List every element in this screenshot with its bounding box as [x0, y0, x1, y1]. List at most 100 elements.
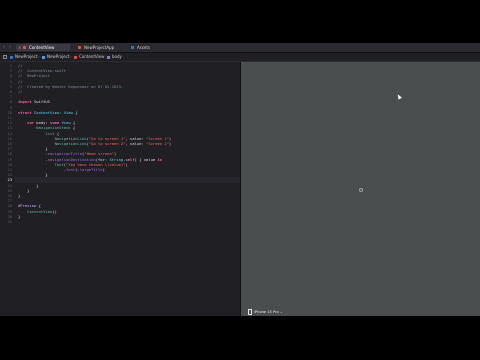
line-number: 14 — [7, 131, 12, 136]
line-number: 11 — [7, 116, 12, 120]
line-number: 3 — [9, 74, 12, 79]
line-number: 21 — [7, 168, 12, 172]
code-line[interactable]: import SwiftUI — [18, 99, 50, 105]
iphone-icon — [248, 309, 252, 315]
code-token: font — [66, 167, 76, 172]
tab-label: ContentView — [29, 45, 55, 50]
code-line[interactable]: // Created by Wouter Koppenaar on 07.01.… — [18, 84, 123, 90]
code-token: { — [72, 109, 78, 115]
close-icon[interactable]: × — [18, 44, 21, 51]
code-token: ) — [168, 141, 172, 146]
line-number: 28 — [7, 204, 12, 209]
folder-icon — [42, 55, 45, 59]
line-number: 31 — [7, 220, 12, 224]
code-token: } — [18, 193, 21, 198]
line-number: 27 — [7, 199, 12, 204]
device-selector-button[interactable]: iPhone 15 Pro ⌄ — [246, 309, 285, 315]
forward-arrow-icon[interactable]: › — [9, 43, 11, 52]
breadcrumb-file[interactable]: ContentView — [79, 53, 104, 61]
line-number: 18 — [7, 152, 12, 157]
code-token: , value: — [125, 141, 147, 146]
code-token: ) — [125, 161, 128, 167]
line-number: 13 — [7, 126, 12, 131]
line-number: 23 — [7, 178, 12, 183]
project-icon — [10, 55, 13, 59]
tab-label: Assets — [137, 45, 151, 50]
code-token: ContentView — [34, 109, 60, 115]
code-token: largeTitle — [79, 167, 103, 172]
line-number: 10 — [7, 110, 12, 115]
code-line[interactable]: } — [18, 172, 48, 178]
assets-icon — [131, 46, 134, 49]
code-line[interactable]: } — [18, 193, 20, 199]
code-line[interactable]: } — [18, 214, 20, 220]
code-token: ) { value — [134, 156, 158, 162]
code-token: } — [18, 213, 21, 219]
line-number: 22 — [7, 173, 12, 178]
line-number: 17 — [7, 147, 12, 152]
line-number: 16 — [7, 142, 12, 146]
breadcrumb-separator: › — [70, 54, 72, 59]
tab-newprojectapp[interactable]: NewProjectApp — [72, 44, 132, 51]
loading-spinner-icon — [359, 188, 363, 192]
code-line[interactable]: // — [18, 89, 23, 95]
code-token: // NewProject — [18, 73, 51, 79]
code-line[interactable]: // NewProject — [18, 73, 50, 79]
code-token: // Created by Wouter Koppenaar on 07.01.… — [18, 83, 124, 89]
code-token: // — [18, 89, 23, 94]
line-number: 30 — [7, 214, 12, 219]
swift-icon — [78, 46, 81, 49]
back-arrow-icon[interactable]: ‹ — [3, 43, 5, 52]
code-editor[interactable]: 1 2 3 4 5 6 7 8 9 10 11 12 13 14 15 16 17 18 19 20 21 22 23 24 2… — [0, 62, 240, 316]
code-token: ) — [102, 167, 105, 172]
tab-label: NewProjectApp — [84, 45, 115, 50]
code-token: "Screen 2" — [146, 141, 169, 146]
tab-assets[interactable]: Assets — [126, 44, 166, 51]
code-token: SwiftUI — [31, 99, 51, 105]
line-number: 1 — [9, 64, 12, 68]
line-number: 6 — [9, 90, 12, 94]
line-number: 2 — [9, 69, 12, 74]
breadcrumb-project[interactable]: NewProject — [15, 53, 37, 61]
breadcrumb-symbol[interactable]: body — [112, 53, 122, 61]
code-token: ContentView — [27, 208, 53, 214]
code-token: in — [157, 156, 163, 162]
chevron-down-icon: ⌄ — [279, 310, 283, 314]
line-number: 15 — [7, 136, 12, 141]
line-number: 8 — [9, 100, 12, 105]
line-number: 26 — [7, 194, 12, 198]
editor-tab-bar: ‹ › × ContentView NewProjectApp Assets — [0, 43, 480, 53]
code-token: } — [18, 172, 48, 178]
breadcrumb: NewProject › NewProject › ContentView › … — [0, 53, 480, 62]
line-number: 25 — [7, 188, 12, 193]
line-number: 7 — [9, 95, 12, 100]
breadcrumb-separator: › — [103, 54, 105, 59]
code-token: View — [63, 109, 73, 115]
line-number-gutter: 1 2 3 4 5 6 7 8 9 10 11 12 13 14 15 16 17 18 19 20 21 22 23 24 2… — [0, 62, 14, 316]
code-token: NavigationLink — [54, 141, 87, 146]
line-number: 4 — [9, 79, 12, 84]
line-number: 29 — [7, 209, 12, 214]
line-number: 5 — [9, 84, 12, 89]
breadcrumb-group[interactable]: NewProject — [47, 53, 69, 61]
line-number: 24 — [7, 183, 12, 188]
code-token: () — [52, 208, 57, 214]
code-line[interactable]: struct ContentView: View { — [18, 110, 77, 116]
code-line[interactable]: ContentView() — [18, 209, 57, 215]
line-number: 12 — [7, 121, 12, 126]
preview-canvas[interactable]: iPhone 15 Pro ⌄ — [240, 62, 480, 316]
property-icon — [107, 55, 110, 59]
code-token: struct — [18, 109, 32, 115]
line-number: 9 — [9, 105, 12, 110]
tab-contentview[interactable]: × ContentView — [16, 44, 70, 51]
line-number: 20 — [7, 162, 12, 167]
code-token: "Go to screen 2" — [88, 141, 126, 146]
swift-icon — [23, 46, 26, 49]
current-line-highlight — [14, 177, 240, 184]
swift-icon — [74, 55, 77, 59]
device-label: iPhone 15 Pro — [254, 310, 279, 314]
line-number: 19 — [7, 157, 12, 162]
grid-icon[interactable] — [3, 55, 7, 59]
code-token: import — [18, 99, 32, 105]
mouse-pointer-icon — [396, 93, 402, 100]
